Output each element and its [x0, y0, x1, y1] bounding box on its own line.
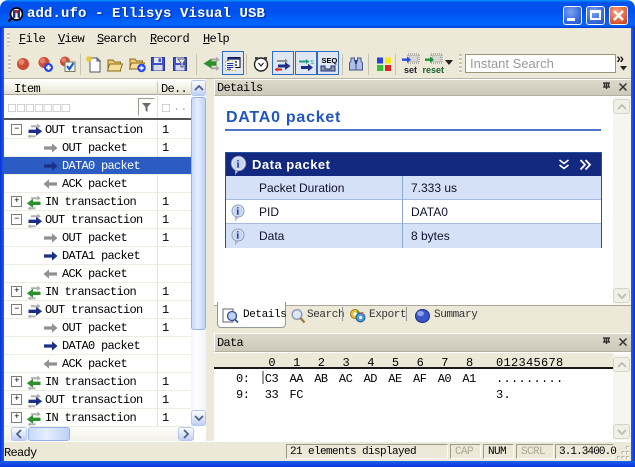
svg-text:reset: reset [423, 65, 445, 75]
svg-text:i: i [236, 231, 239, 242]
svg-text:i: i [237, 159, 240, 171]
svg-text:SEQ: SEQ [322, 56, 338, 65]
svg-text:i: i [236, 207, 239, 218]
svg-text:set: set [404, 65, 417, 75]
